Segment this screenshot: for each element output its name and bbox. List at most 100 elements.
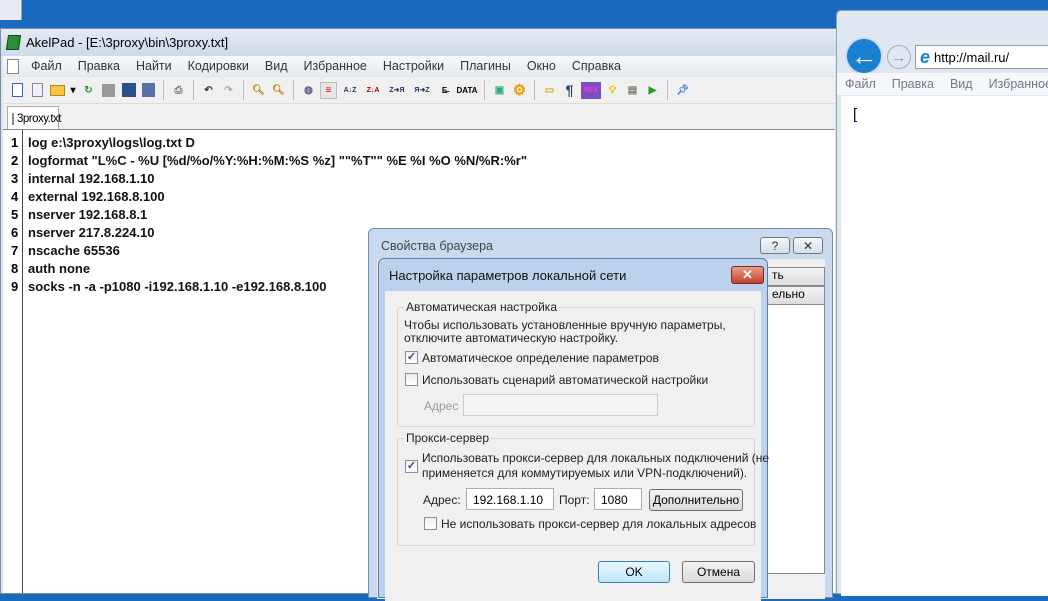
line-number: 8: [11, 261, 19, 276]
window-title: AkelPad - [E:\3proxy\bin\3proxy.txt]: [26, 35, 229, 50]
title-bar: AkelPad - [E:\3proxy\bin\3proxy.txt]: [1, 29, 837, 56]
goto-icon[interactable]: ◍: [300, 82, 317, 99]
run-icon[interactable]: ▶: [644, 82, 661, 99]
advanced-button[interactable]: Дополнительно: [649, 489, 743, 511]
pin-icon[interactable]: 📌︎: [674, 82, 691, 99]
use-proxy-label: Использовать прокси-сервер для локальных…: [422, 451, 770, 465]
auto-script-checkbox[interactable]: [405, 373, 418, 386]
code-line: auth none: [28, 261, 91, 276]
save-icon[interactable]: [120, 82, 137, 99]
open-recent-icon[interactable]: ▭: [541, 82, 558, 99]
new-file-icon[interactable]: [9, 82, 26, 99]
menu-window[interactable]: Окно: [519, 59, 564, 73]
toolbar: ▾ ↻ ⎙ ↶ ↷ 🔍︎ 🔍︎ ◍ ≡ A↓Z Z↓A Z➜Я Я➜Z E̶ D…: [3, 77, 835, 103]
menu-encodings[interactable]: Кодировки: [180, 59, 257, 73]
akelpad-logo-icon: [5, 35, 22, 50]
auto-script-label: Использовать сценарий автоматической нас…: [422, 373, 709, 387]
ok-button[interactable]: OK: [598, 561, 670, 583]
separator: [293, 80, 294, 100]
code-line: nserver 192.168.8.1: [28, 207, 148, 222]
use-proxy-checkbox[interactable]: ✓: [405, 460, 418, 473]
menu-favorites[interactable]: Избранное: [296, 59, 375, 73]
ie-menu-favorites[interactable]: Избранное: [981, 77, 1048, 91]
ie-menu-view[interactable]: Вид: [942, 77, 981, 91]
save-disabled-icon: [100, 82, 117, 99]
code-line: nserver 217.8.224.10: [28, 225, 155, 240]
proxy-port-label: Порт:: [559, 493, 590, 507]
hex-icon[interactable]: HEX: [581, 81, 601, 99]
menu-view[interactable]: Вид: [257, 59, 296, 73]
code-line: logformat "L%C - %U [%d/%o/%Y:%H:%M:%S %…: [28, 153, 527, 168]
tab-label: 3proxy.txt: [17, 112, 62, 125]
background-button[interactable]: ть: [767, 267, 825, 286]
line-number: 3: [11, 171, 19, 186]
ie-logo-icon: e: [920, 46, 931, 67]
code-line: socks -n -a -p1080 -i192.168.1.10 -e192.…: [28, 279, 327, 294]
proxy-address-input[interactable]: 192.168.1.10: [466, 488, 554, 510]
ie-menu-bar: Файл Правка Вид Избранное: [837, 73, 1048, 95]
line-number: 9: [11, 279, 19, 294]
data-icon[interactable]: DATA: [456, 82, 478, 99]
open-folder-icon[interactable]: [49, 82, 66, 99]
separator: [667, 80, 668, 100]
code-line: internal 192.168.1.10: [28, 171, 155, 186]
save-all-icon[interactable]: [140, 82, 157, 99]
ie-menu-edit[interactable]: Правка: [884, 77, 942, 91]
settings-gear-icon[interactable]: ⚙: [511, 82, 528, 99]
document-icon: [12, 112, 14, 125]
address-bar[interactable]: e http://mail.ru/: [915, 45, 1048, 69]
replace-icon[interactable]: 🔍︎: [270, 82, 287, 99]
menu-edit[interactable]: Правка: [70, 59, 128, 73]
background-advanced-button[interactable]: ельно: [767, 286, 825, 305]
close-button[interactable]: ✕: [793, 237, 823, 254]
auto-description: Чтобы использовать установленные вручную…: [404, 318, 726, 332]
menu-bar: Файл Правка Найти Кодировки Вид Избранно…: [3, 56, 835, 76]
group-label: Прокси-сервер: [404, 431, 491, 445]
internet-explorer-window: ← → e http://mail.ru/ Файл Правка Вид Из…: [836, 10, 1048, 596]
lightbulb-icon[interactable]: 💡︎: [604, 82, 621, 99]
forward-button[interactable]: →: [887, 45, 911, 69]
help-button[interactable]: ?: [760, 237, 790, 254]
dialog-body: Автоматическая настройка Чтобы использов…: [385, 291, 769, 601]
menu-find[interactable]: Найти: [128, 59, 180, 73]
clipboard-icon[interactable]: ▤: [624, 82, 641, 99]
translit-icon[interactable]: Z➜Я: [386, 82, 408, 99]
sort-az-icon[interactable]: A↓Z: [340, 82, 360, 99]
desktop-window-corner: [0, 0, 22, 20]
line-number: 1: [11, 135, 19, 150]
undo-icon[interactable]: ↶: [200, 82, 217, 99]
back-button[interactable]: ←: [845, 37, 883, 75]
translit-back-icon[interactable]: Я➜Z: [411, 82, 433, 99]
plugin-icon[interactable]: ▣: [491, 82, 508, 99]
document-icon: [7, 58, 19, 74]
format-icon[interactable]: E̶: [436, 82, 453, 99]
find-icon[interactable]: 🔍︎: [250, 82, 267, 99]
menu-plugins[interactable]: Плагины: [452, 59, 519, 73]
line-number: 7: [11, 243, 19, 258]
pilcrow-icon[interactable]: ¶: [561, 82, 578, 99]
code-line: nscache 65536: [28, 243, 120, 258]
dropdown-arrow-icon[interactable]: ▾: [69, 82, 77, 99]
menu-file[interactable]: Файл: [23, 59, 70, 73]
ie-page-content: [: [841, 96, 1048, 596]
word-wrap-icon[interactable]: ≡: [320, 81, 337, 99]
tab-bar: 3proxy.txt: [3, 103, 835, 130]
print-icon[interactable]: ⎙: [170, 82, 187, 99]
bypass-local-checkbox[interactable]: [424, 517, 437, 530]
close-button[interactable]: ✕: [731, 266, 764, 284]
auto-detect-checkbox[interactable]: ✓: [405, 351, 418, 364]
cancel-button[interactable]: Отмена: [682, 561, 755, 583]
script-address-input: [463, 394, 658, 416]
code-line: external 192.168.8.100: [28, 189, 165, 204]
tab-3proxy[interactable]: 3proxy.txt: [7, 106, 62, 130]
ie-menu-file[interactable]: Файл: [837, 77, 884, 91]
copy-file-icon[interactable]: [29, 82, 46, 99]
menu-settings[interactable]: Настройки: [375, 59, 452, 73]
reload-icon[interactable]: ↻: [80, 82, 97, 99]
line-number: 4: [11, 189, 19, 204]
sort-za-icon[interactable]: Z↓A: [363, 82, 383, 99]
url-text[interactable]: http://mail.ru/: [934, 50, 1009, 65]
proxy-port-input[interactable]: 1080: [594, 488, 642, 510]
line-number: 5: [11, 207, 19, 222]
menu-help[interactable]: Справка: [564, 59, 629, 73]
